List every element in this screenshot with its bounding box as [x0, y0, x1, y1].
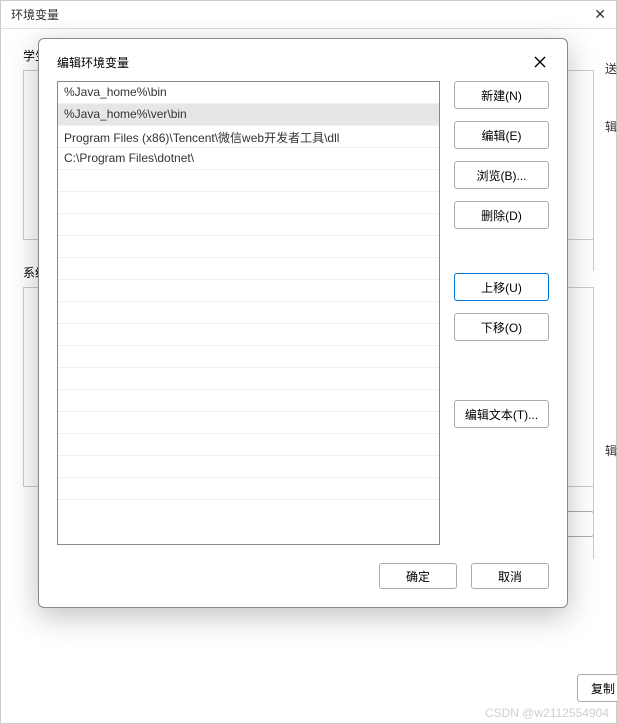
side-buttons: 新建(N) 编辑(E) 浏览(B)... 删除(D) 上移(U) 下移(O) 编… [454, 81, 549, 545]
list-item-empty[interactable] [58, 456, 439, 478]
list-item[interactable]: Program Files (x86)\Tencent\微信web开发者工具\d… [58, 126, 439, 148]
dialog-ok-button[interactable]: 确定 [379, 563, 457, 589]
delete-button[interactable]: 删除(D) [454, 201, 549, 229]
edit-env-var-dialog: 编辑环境变量 %Java_home%\bin %Java_home%\ver\b… [38, 38, 568, 608]
parent-title: 环境变量 [11, 6, 59, 23]
list-item[interactable]: %Java_home%\ver\bin [58, 104, 439, 126]
list-item[interactable]: %Java_home%\bin [58, 82, 439, 104]
browse-button[interactable]: 浏览(B)... [454, 161, 549, 189]
list-item-empty[interactable] [58, 170, 439, 192]
edit-button[interactable]: 编辑(E) [454, 121, 549, 149]
watermark: CSDN @w2112554904 [485, 706, 609, 720]
list-item-empty[interactable] [58, 280, 439, 302]
list-item-empty[interactable] [58, 324, 439, 346]
parent-close-icon[interactable]: ✕ [594, 6, 606, 23]
list-item-empty[interactable] [58, 236, 439, 258]
list-item-empty[interactable] [58, 346, 439, 368]
dialog-title: 编辑环境变量 [57, 54, 129, 71]
list-item-empty[interactable] [58, 192, 439, 214]
list-item-empty[interactable] [58, 214, 439, 236]
dialog-footer: 确定 取消 [39, 551, 567, 607]
list-item-empty[interactable] [58, 390, 439, 412]
list-item[interactable]: C:\Program Files\dotnet\ [58, 148, 439, 170]
truncated-offscreen: 送 辑 辑 [605, 60, 617, 327]
list-item-empty[interactable] [58, 434, 439, 456]
list-item-empty[interactable] [58, 302, 439, 324]
list-item-empty[interactable] [58, 412, 439, 434]
new-button[interactable]: 新建(N) [454, 81, 549, 109]
close-icon[interactable] [531, 53, 549, 71]
list-item-empty[interactable] [58, 478, 439, 500]
list-item-empty[interactable] [58, 368, 439, 390]
dialog-cancel-button[interactable]: 取消 [471, 563, 549, 589]
move-down-button[interactable]: 下移(O) [454, 313, 549, 341]
edit-text-button[interactable]: 编辑文本(T)... [454, 400, 549, 428]
move-up-button[interactable]: 上移(U) [454, 273, 549, 301]
copy-button-partial[interactable]: 复制 [577, 674, 617, 702]
path-list[interactable]: %Java_home%\bin %Java_home%\ver\bin Prog… [57, 81, 440, 545]
parent-titlebar: 环境变量 ✕ [1, 1, 616, 29]
list-item-empty[interactable] [58, 258, 439, 280]
